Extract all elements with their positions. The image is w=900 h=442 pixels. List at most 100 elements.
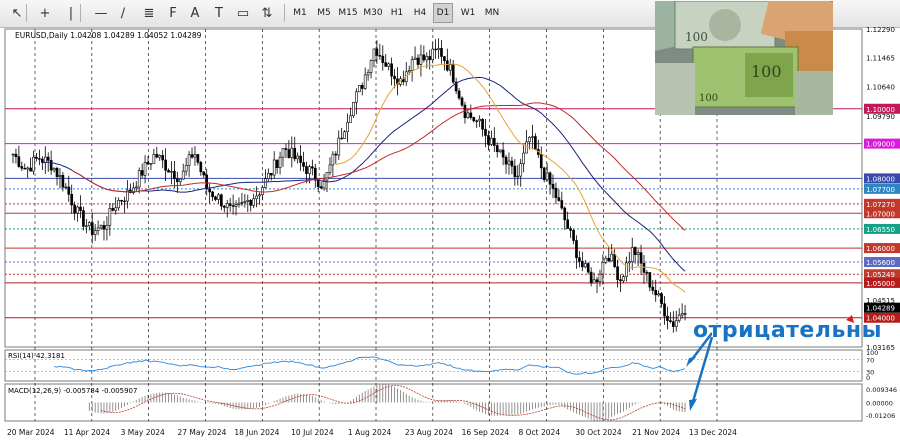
timeframe-m1-button[interactable]: M1	[290, 3, 310, 23]
candle	[519, 163, 523, 177]
candle	[554, 188, 558, 198]
text-label-icon[interactable]: T	[210, 4, 228, 22]
candle	[381, 55, 385, 63]
candle	[384, 62, 388, 67]
timeframe-h1-button[interactable]: H1	[388, 3, 406, 23]
candle	[120, 200, 123, 202]
toolbar-separator	[26, 4, 27, 22]
candle	[507, 160, 511, 165]
candle	[93, 230, 97, 235]
candle	[657, 293, 660, 296]
candle	[196, 154, 200, 163]
candle	[17, 156, 21, 167]
candle	[108, 208, 112, 226]
candle	[369, 60, 373, 73]
candle	[357, 85, 361, 93]
y-axis-tick: 1.11465	[866, 55, 895, 63]
candle	[481, 118, 484, 130]
timeframe-d1-button[interactable]: D1	[433, 3, 453, 23]
candle	[87, 222, 91, 227]
candle	[281, 148, 285, 158]
text-icon[interactable]: A	[186, 4, 204, 22]
y-axis-tick: 1.10640	[866, 83, 895, 91]
timeframe-mn-button[interactable]: MN	[481, 3, 503, 23]
price-level-label: 1.06000	[866, 245, 895, 253]
candle	[654, 290, 658, 296]
candle	[313, 167, 317, 181]
candle	[545, 172, 549, 181]
candle	[328, 164, 332, 173]
channel-icon[interactable]: ≣	[140, 4, 158, 22]
timeframe-h4-button[interactable]: H4	[410, 3, 430, 23]
candle	[272, 159, 276, 176]
timeframe-m30-button[interactable]: M30	[362, 3, 384, 23]
candle	[49, 160, 53, 171]
currency-photo: 100 100 100	[655, 1, 833, 115]
candle	[504, 156, 508, 165]
candle	[416, 57, 420, 65]
candle	[76, 206, 79, 214]
rsi-label: RSI(14) 42.3181	[8, 352, 65, 360]
candle	[595, 279, 599, 282]
candle	[660, 293, 663, 305]
candle	[633, 247, 637, 255]
candle	[451, 64, 455, 83]
candle	[193, 154, 197, 158]
candle	[266, 172, 270, 180]
price-level-label: 1.05600	[866, 259, 895, 267]
cursor-icon[interactable]: ↖	[8, 4, 26, 22]
candle	[14, 153, 18, 158]
candle	[158, 155, 162, 158]
candle	[434, 48, 437, 51]
macd-label: MACD(12,26,9) -0.005784 -0.005907	[8, 387, 137, 395]
candle	[255, 195, 258, 200]
arrows-icon[interactable]: ⇅	[258, 4, 276, 22]
candle	[167, 170, 170, 173]
horizontal-line-icon[interactable]: —	[92, 4, 110, 22]
candle	[228, 203, 232, 206]
candle	[410, 59, 414, 71]
candle	[20, 166, 24, 169]
candle	[170, 171, 173, 173]
candle	[466, 112, 470, 118]
candle	[539, 154, 543, 169]
candle	[440, 48, 443, 57]
candle	[607, 257, 611, 262]
candle	[469, 112, 473, 118]
candle	[96, 227, 100, 231]
candle	[334, 153, 338, 156]
vertical-line-icon[interactable]: |	[62, 4, 80, 22]
candle	[352, 101, 355, 117]
candle	[413, 57, 417, 60]
shapes-icon[interactable]: ▭	[234, 4, 252, 22]
candle	[155, 154, 159, 158]
candle	[390, 63, 393, 77]
timeframe-w1-button[interactable]: W1	[458, 3, 478, 23]
candle	[173, 171, 176, 180]
fibonacci-icon[interactable]: F	[164, 4, 182, 22]
candle	[630, 247, 634, 262]
x-axis-label: 30 Oct 2024	[575, 428, 622, 437]
candle	[446, 60, 449, 71]
candle	[343, 131, 346, 139]
trendline-icon[interactable]: ∕	[114, 4, 132, 22]
candle	[217, 194, 220, 200]
candle	[208, 188, 211, 193]
price-level-label: 1.07000	[866, 210, 895, 218]
candle	[246, 200, 250, 202]
timeframe-m5-button[interactable]: M5	[314, 3, 334, 23]
candle	[671, 321, 675, 327]
candle	[645, 272, 649, 274]
crosshair-icon[interactable]: +	[36, 4, 54, 22]
candle	[143, 162, 147, 176]
candle	[460, 97, 464, 106]
candle	[26, 167, 30, 170]
candle	[43, 156, 47, 163]
rsi-panel	[4, 349, 863, 382]
candle	[237, 202, 241, 205]
timeframe-m15-button[interactable]: M15	[337, 3, 359, 23]
candle	[55, 167, 59, 177]
candle	[651, 286, 655, 291]
candle	[448, 64, 452, 71]
candle	[487, 135, 490, 145]
